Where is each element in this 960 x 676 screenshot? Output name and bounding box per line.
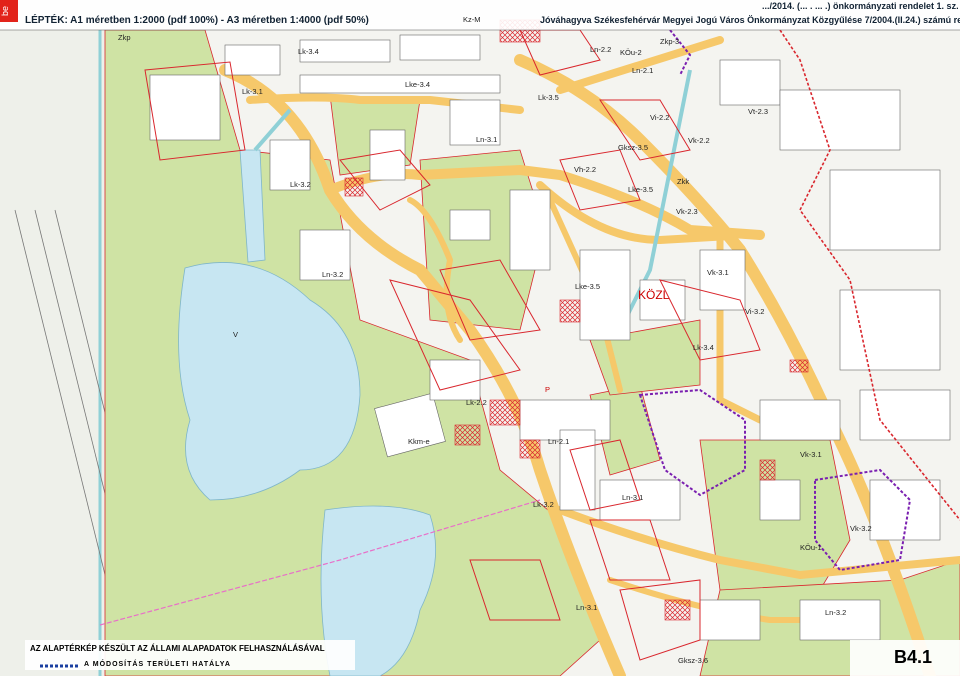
zone-label: Lk-3.2 — [290, 180, 311, 189]
zone-label: Lk-3.5 — [538, 93, 559, 102]
zone-label: Ln-2.1 — [632, 66, 654, 75]
zone-label: Vi-2.2 — [650, 113, 670, 122]
zone-label: Lk-2.2 — [466, 398, 487, 407]
zone-label: Zkk — [677, 177, 690, 186]
side-tag: be — [0, 0, 18, 22]
zone-label: Zkp-3 — [660, 37, 680, 46]
zone-label: Lk-3.4 — [298, 47, 319, 56]
approval-note: Jóváhagyva Székesfehérvár Megyei Jogú Vá… — [540, 15, 960, 25]
regulation-title: .../2014. (... . ... .) önkormányzati re… — [762, 1, 960, 11]
zone-label: Ln-2.2 — [590, 45, 612, 54]
zone-label: Ln-3.2 — [825, 608, 847, 617]
zone-label: Vk-3.1 — [800, 450, 822, 459]
zone-label: Gksz-3.5 — [618, 143, 649, 152]
zone-label: Lk-3.4 — [693, 343, 714, 352]
zone-label: Lk-3.1 — [242, 87, 263, 96]
zone-label: Gksz-3.6 — [678, 656, 709, 665]
zone-label: Vt-2.3 — [748, 107, 769, 116]
map-drawing — [0, 0, 960, 676]
legend-label: A MÓDOSÍTÁS TERÜLETI HATÁLYA — [84, 661, 231, 668]
zone-label: Ln-3.1 — [476, 135, 498, 144]
basemap-note: AZ ALAPTÉRKÉP KÉSZÜLT AZ ÁLLAMI ALAPADAT… — [30, 644, 325, 653]
zone-label: KÖZL — [638, 288, 670, 302]
zone-label: Lke-3.4 — [405, 80, 431, 89]
zone-label: V — [233, 330, 239, 339]
zone-label: Zkp — [118, 33, 131, 42]
zone-label: Vk-3.1 — [707, 268, 729, 277]
zone-label: Ln-3.2 — [322, 270, 344, 279]
sheet-id: B4.1 — [893, 647, 932, 667]
zone-label: KÖu-2 — [620, 48, 642, 57]
zone-label: Lke-3.5 — [628, 185, 654, 194]
zone-label: KÖu-1 — [800, 543, 822, 552]
zone-label: Kz-M — [463, 15, 481, 24]
zone-label: P — [545, 385, 551, 394]
zone-label: Vh-2.2 — [574, 165, 597, 174]
zone-label: Lke-3.5 — [575, 282, 601, 291]
zone-label: Vi-3.2 — [745, 307, 765, 316]
zone-label: Vk-2.2 — [688, 136, 710, 145]
zone-label: Lk-3.2 — [533, 500, 554, 509]
map-canvas[interactable]: be LÉPTÉK: A1 méretben 1:2000 (pdf 100%)… — [0, 0, 960, 676]
zone-label: Vk-2.3 — [676, 207, 698, 216]
zone-label: Ln-3.1 — [622, 493, 644, 502]
zone-label: Ln-3.1 — [576, 603, 598, 612]
scale-note: LÉPTÉK: A1 méretben 1:2000 (pdf 100%) - … — [25, 15, 369, 26]
zone-label: Ln-2.1 — [548, 437, 570, 446]
zone-label: Vk-3.2 — [850, 524, 872, 533]
zone-label: Kkm-e — [408, 437, 430, 446]
